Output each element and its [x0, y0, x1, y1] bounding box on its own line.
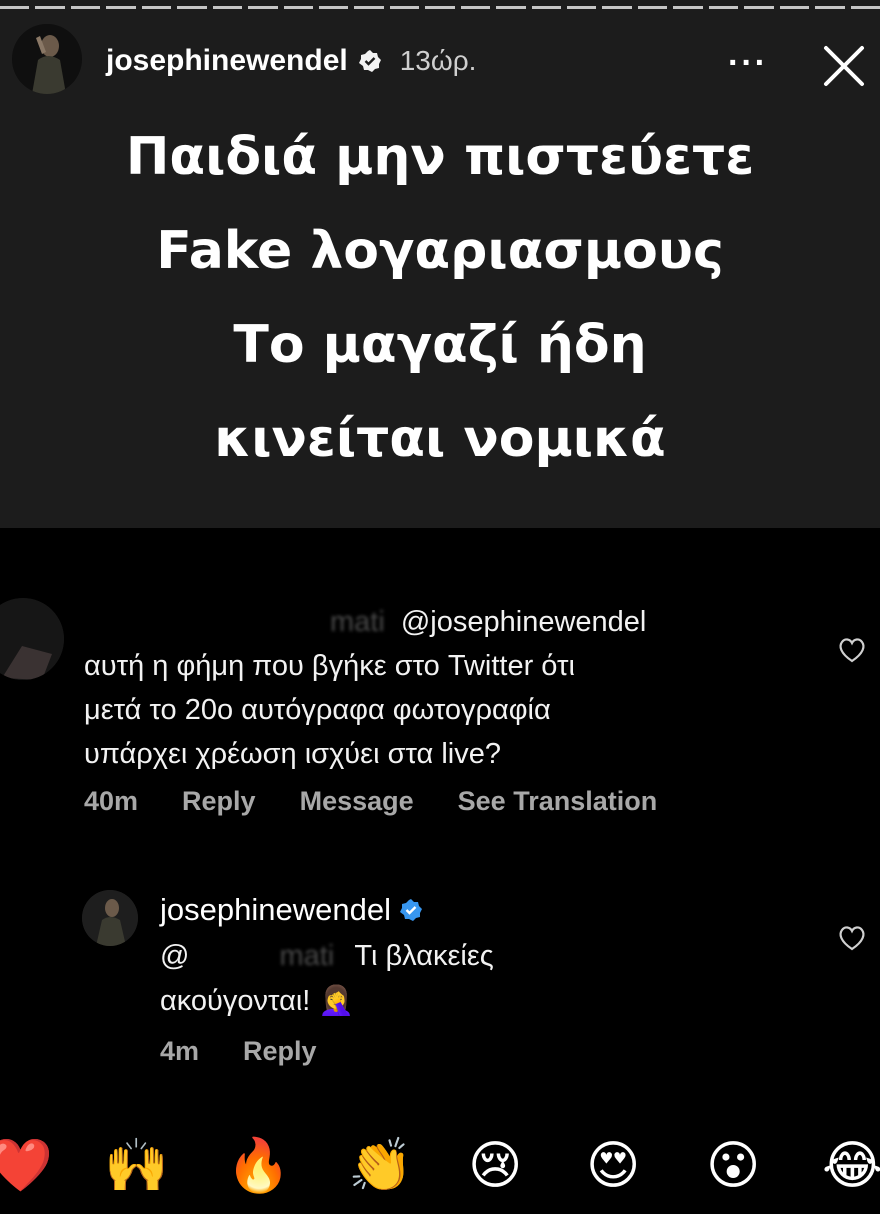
story-progress-bar: [0, 6, 880, 10]
like-heart-icon[interactable]: [836, 634, 868, 666]
reply-mention-prefix[interactable]: @: [160, 940, 189, 972]
reply-text: Τι βλακείες: [354, 940, 494, 972]
see-translation-button[interactable]: See Translation: [458, 786, 658, 817]
headline-line: Παιδιά μην πιστεύετε: [125, 127, 755, 187]
comment-1-body: αυτή η φήμη που βγήκε στο Twitter ότι με…: [84, 644, 575, 776]
comment-1-meta: 40m Reply Message See Translation: [84, 786, 657, 817]
close-icon[interactable]: [818, 40, 870, 92]
reaction-heart-icon[interactable]: ❤️: [0, 1134, 53, 1198]
verified-badge-icon: [399, 899, 422, 921]
headline-line: κινείται νομικά: [214, 409, 666, 469]
reaction-heart-eyes-icon[interactable]: 😍: [586, 1134, 640, 1198]
story-time: 13ώρ.: [399, 45, 477, 76]
comment-1-line: υπάρχει χρέωση ισχύει στα live?: [84, 738, 502, 770]
comment-1-mention[interactable]: @josephinewendel: [401, 606, 647, 638]
reaction-surprised-icon[interactable]: 😮: [706, 1134, 760, 1198]
reply-body: @ mati Τι βλακείες ακούγονται! 🤦‍♀️: [160, 934, 494, 1023]
reply-meta: 4m Reply: [160, 1036, 317, 1067]
reaction-laughing-icon[interactable]: 😂: [822, 1134, 880, 1198]
like-heart-icon[interactable]: [836, 922, 868, 954]
quick-reactions-bar: ❤️ 🙌 🔥 👏 😢 😍 😮 😂: [0, 1120, 880, 1214]
comment-1-time: 40m: [84, 786, 139, 816]
comment-1-header: mati @josephinewendel: [330, 600, 646, 644]
verified-badge-icon: [358, 50, 381, 72]
headline-line: Το μαγαζί ήδη: [233, 315, 647, 375]
reaction-fire-icon[interactable]: 🔥: [226, 1134, 291, 1198]
story-user-line: josephinewendel 13ώρ.: [106, 44, 476, 78]
reply-user-line: josephinewendel: [160, 892, 423, 928]
message-button[interactable]: Message: [300, 786, 414, 817]
more-options-icon[interactable]: ···: [728, 44, 768, 83]
reply-text-2: ακούγονται!: [160, 985, 311, 1017]
reply-avatar[interactable]: [82, 890, 138, 946]
reply-time: 4m: [160, 1036, 200, 1066]
comment-1-username[interactable]: mati: [330, 606, 385, 638]
comment-1-line: αυτή η φήμη που βγήκε στο Twitter ότι: [84, 650, 575, 682]
reply-button[interactable]: Reply: [182, 786, 256, 817]
reply-button[interactable]: Reply: [243, 1036, 317, 1067]
reaction-crying-icon[interactable]: 😢: [468, 1134, 522, 1198]
story-username[interactable]: josephinewendel: [106, 44, 348, 78]
headline-line: Fake λογαριασμους: [156, 221, 724, 281]
comment-1-line: μετά το 20ο αυτόγραφα φωτογραφία: [84, 694, 551, 726]
facepalm-emoji: 🤦‍♀️: [318, 983, 355, 1017]
story-card: josephinewendel 13ώρ. ··· Παιδιά μην πισ…: [0, 0, 880, 528]
story-headline: Παιδιά μην πιστεύετε Fake λογαριασμους Τ…: [0, 110, 880, 486]
reaction-raised-hands-icon[interactable]: 🙌: [104, 1134, 169, 1198]
reply-username[interactable]: josephinewendel: [160, 892, 391, 928]
reply-mention-blurred[interactable]: mati: [279, 940, 334, 972]
reaction-clap-icon[interactable]: 👏: [348, 1134, 413, 1198]
commenter-avatar[interactable]: [0, 598, 64, 680]
avatar[interactable]: [12, 24, 82, 94]
